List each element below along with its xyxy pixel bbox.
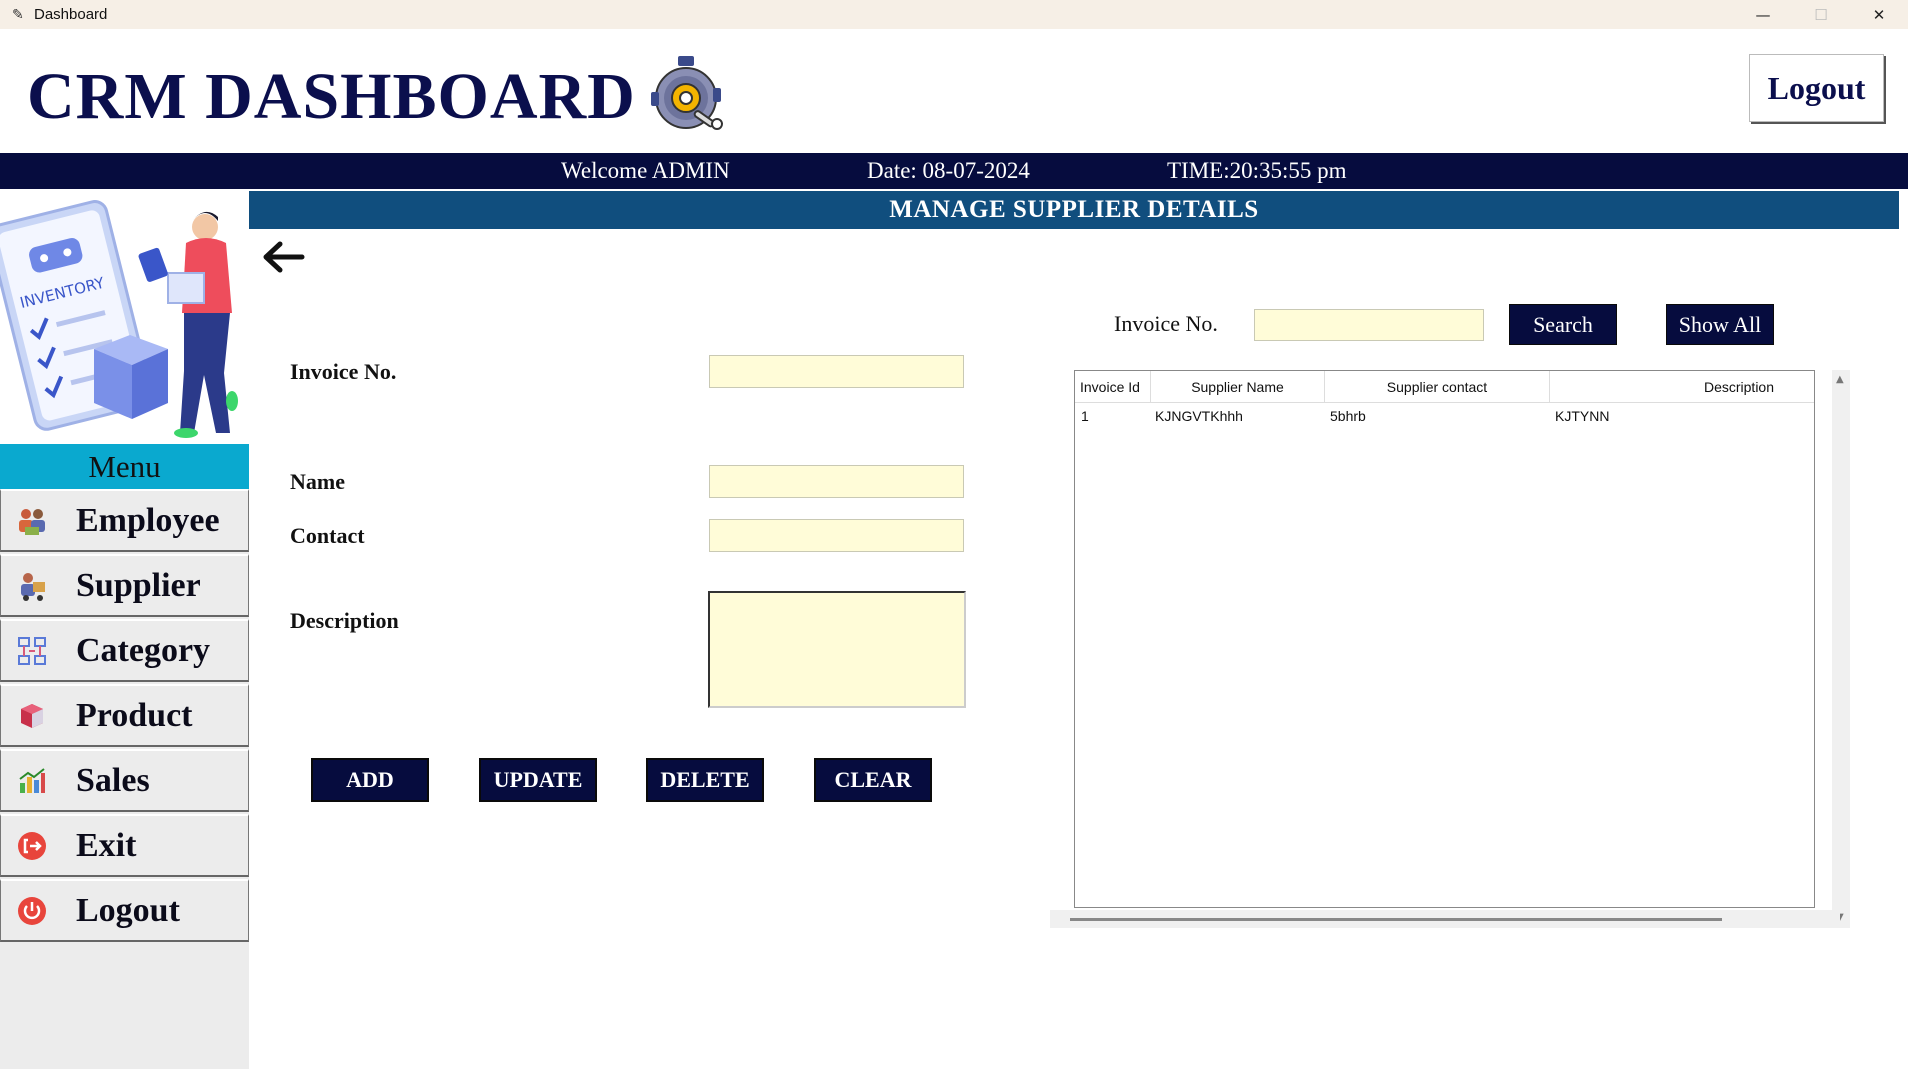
name-label: Name xyxy=(290,469,345,494)
exit-icon xyxy=(15,829,49,863)
contact-label: Contact xyxy=(290,523,365,548)
sales-chart-icon xyxy=(15,764,49,798)
window-title: Dashboard xyxy=(34,6,108,23)
close-button[interactable]: ✕ xyxy=(1850,0,1908,29)
gear-robot-icon xyxy=(651,56,723,130)
employees-icon xyxy=(15,504,49,538)
name-input[interactable] xyxy=(709,465,964,498)
table-vertical-scrollbar[interactable]: ▲ ▼ xyxy=(1832,370,1850,928)
clear-button[interactable]: CLEAR xyxy=(814,758,932,802)
sidebar-item-logout[interactable]: Logout xyxy=(0,879,249,942)
sidebar-item-label: Logout xyxy=(76,891,180,929)
sidebar-item-supplier[interactable]: Supplier xyxy=(0,554,249,617)
search-invoice-label: Invoice No. xyxy=(1114,311,1218,336)
table-cell: KJNGVTKhhh xyxy=(1155,408,1243,424)
scroll-thumb[interactable] xyxy=(1070,918,1722,921)
show-all-button[interactable]: Show All xyxy=(1666,304,1774,345)
time-text: TIME:20:35:55 pm xyxy=(1167,158,1347,183)
menu-heading: Menu xyxy=(0,444,249,489)
update-button[interactable]: UPDATE xyxy=(479,758,597,802)
feather-icon: ✎ xyxy=(12,6,24,23)
description-label: Description xyxy=(290,608,399,633)
sidebar-item-label: Sales xyxy=(76,761,150,799)
inventory-illustration-image: INVENTORY xyxy=(0,189,249,444)
sidebar-item-label: Supplier xyxy=(76,566,201,604)
sidebar-item-label: Product xyxy=(76,696,193,734)
column-header[interactable]: Invoice Id xyxy=(1075,371,1151,403)
scroll-up-icon[interactable]: ▲ xyxy=(1836,374,1844,385)
power-icon xyxy=(15,894,49,928)
welcome-text: Welcome ADMIN xyxy=(561,158,730,183)
sidebar-item-exit[interactable]: Exit xyxy=(0,814,249,877)
date-text: Date: 08-07-2024 xyxy=(867,158,1030,183)
column-header[interactable]: Supplier contact xyxy=(1325,371,1550,403)
sidebar-item-product[interactable]: Product xyxy=(0,684,249,747)
search-input[interactable] xyxy=(1254,309,1484,341)
sidebar-item-label: Exit xyxy=(76,826,137,864)
table-row[interactable]: 1 KJNGVTKhhh 5bhrb KJTYNN xyxy=(1075,404,1814,428)
table-header: Invoice Id Supplier Name Supplier contac… xyxy=(1075,371,1814,403)
sidebar: INVENTORY Menu Employee Supplier Categor… xyxy=(0,189,249,1069)
info-bar: Welcome ADMIN Date: 08-07-2024 TIME:20:3… xyxy=(0,153,1908,189)
sidebar-item-label: Category xyxy=(76,631,211,669)
app-header: CRM DASHBOARD Logout xyxy=(0,29,1908,153)
section-title: MANAGE SUPPLIER DETAILS xyxy=(249,191,1899,229)
supplier-table[interactable]: Invoice Id Supplier Name Supplier contac… xyxy=(1074,370,1815,908)
supplier-icon xyxy=(15,569,49,603)
add-button[interactable]: ADD xyxy=(311,758,429,802)
search-button[interactable]: Search xyxy=(1509,304,1617,345)
table-horizontal-scrollbar[interactable] xyxy=(1050,910,1840,928)
minimize-button[interactable]: — xyxy=(1734,0,1792,29)
maximize-button[interactable]: ☐ xyxy=(1792,0,1850,29)
column-header[interactable]: Description xyxy=(1550,371,1814,403)
window-titlebar: ✎ Dashboard — ☐ ✕ xyxy=(0,0,1908,29)
category-icon xyxy=(15,634,49,668)
inventory-illustration: INVENTORY xyxy=(0,189,249,444)
column-header[interactable]: Supplier Name xyxy=(1151,371,1325,403)
arrow-left-icon[interactable] xyxy=(258,236,308,278)
header-logout-button[interactable]: Logout xyxy=(1749,54,1884,122)
sidebar-item-employee[interactable]: Employee xyxy=(0,489,249,552)
invoice-input[interactable] xyxy=(709,355,964,388)
sidebar-item-sales[interactable]: Sales xyxy=(0,749,249,812)
sidebar-item-category[interactable]: Category xyxy=(0,619,249,682)
contact-input[interactable] xyxy=(709,519,964,552)
window-controls: — ☐ ✕ xyxy=(1734,0,1908,29)
delete-button[interactable]: DELETE xyxy=(646,758,764,802)
invoice-label: Invoice No. xyxy=(290,359,397,384)
sidebar-item-label: Employee xyxy=(76,501,220,539)
table-cell: KJTYNN xyxy=(1555,408,1610,424)
description-textarea[interactable] xyxy=(708,591,966,708)
product-box-icon xyxy=(15,699,49,733)
app-title: CRM DASHBOARD xyxy=(27,60,636,133)
table-cell: 5bhrb xyxy=(1330,408,1366,424)
table-cell: 1 xyxy=(1081,408,1089,424)
